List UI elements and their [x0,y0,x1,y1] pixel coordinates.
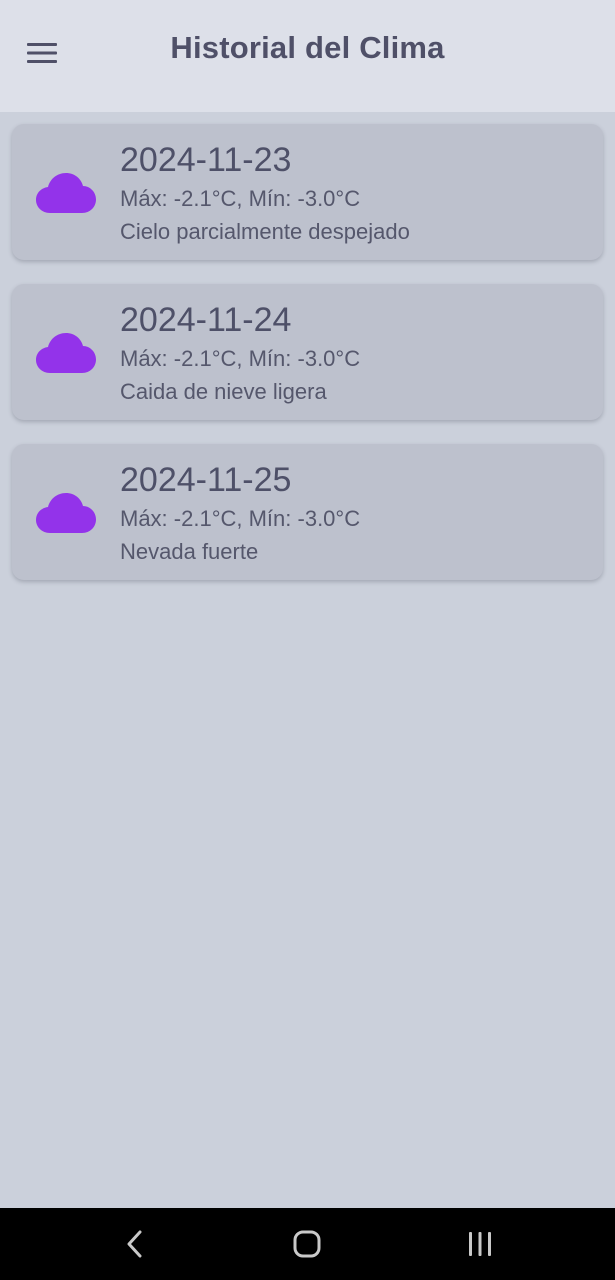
card-temperatures: Máx: -2.1°C, Mín: -3.0°C [120,346,361,371]
recents-icon [469,1232,491,1256]
card-temperatures: Máx: -2.1°C, Mín: -3.0°C [120,186,361,211]
card-date: 2024-11-24 [120,301,292,339]
cloud-icon [36,493,96,533]
card-date: 2024-11-23 [120,141,292,179]
cloud-icon [36,333,96,373]
home-icon [293,1230,321,1258]
card-description: Caida de nieve ligera [120,379,327,404]
card-description: Nevada fuerte [120,539,259,564]
nav-home-button[interactable] [277,1220,337,1268]
card-date: 2024-11-25 [120,461,292,499]
weather-card[interactable]: 2024-11-25 Máx: -2.1°C, Mín: -3.0°C Neva… [12,444,603,580]
weather-card[interactable]: 2024-11-23 Máx: -2.1°C, Mín: -3.0°C Ciel… [12,124,603,260]
card-description: Cielo parcialmente despejado [120,219,410,244]
page-title: Historial del Clima [170,30,445,65]
nav-recents-button[interactable] [450,1220,510,1268]
weather-history-list: 2024-11-23 Máx: -2.1°C, Mín: -3.0°C Ciel… [12,124,603,604]
cloud-icon [36,173,96,213]
weather-card[interactable]: 2024-11-24 Máx: -2.1°C, Mín: -3.0°C Caid… [12,284,603,420]
system-navigation-bar [0,1208,615,1280]
card-temperatures: Máx: -2.1°C, Mín: -3.0°C [120,506,361,531]
back-chevron-icon [127,1230,142,1258]
nav-back-button[interactable] [105,1220,165,1268]
app-bar: Historial del Clima [0,0,615,112]
